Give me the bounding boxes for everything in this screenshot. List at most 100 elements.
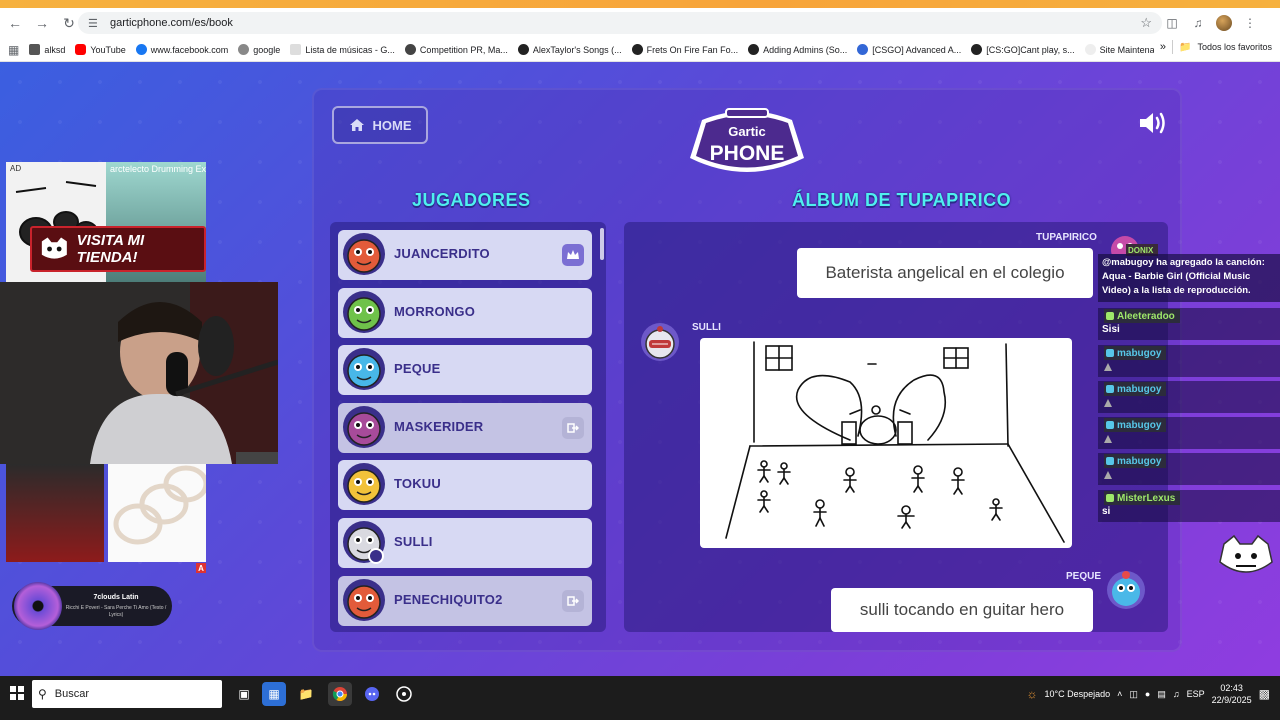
chat-username-text: mabugoy bbox=[1117, 347, 1162, 359]
file-explorer-icon[interactable]: 📁 bbox=[294, 682, 318, 706]
media-control-icon[interactable]: ♫ bbox=[1188, 13, 1208, 33]
bookmark-item[interactable]: [CSGO] Advanced A... bbox=[852, 40, 966, 60]
obs-app-icon[interactable] bbox=[392, 682, 416, 706]
player-name: MORRONGO bbox=[394, 304, 476, 319]
ad-banner-products[interactable] bbox=[6, 464, 209, 562]
search-icon: ⚲ bbox=[38, 687, 47, 701]
album-author-1: TUPAPIRICO bbox=[1036, 232, 1097, 243]
usb-icon[interactable]: ◫ bbox=[1129, 689, 1138, 700]
back-icon[interactable]: ← bbox=[3, 11, 27, 35]
menu-icon[interactable]: ⋮ bbox=[1240, 13, 1260, 33]
chat-username-text: MisterLexus bbox=[1117, 492, 1176, 504]
clock[interactable]: 02:43 22/9/2025 bbox=[1212, 682, 1252, 706]
bookmark-item[interactable]: Frets On Fire Fan Fo... bbox=[627, 40, 744, 60]
player-row[interactable]: MASKERIDER bbox=[338, 403, 592, 453]
bookmark-label: [CS:GO]Cant play, s... bbox=[986, 44, 1075, 55]
ad-title: arctelecto Drumming Experie bbox=[110, 164, 206, 174]
chat-username-text: mabugoy bbox=[1117, 419, 1162, 431]
chat-username[interactable]: MisterLexus bbox=[1104, 491, 1181, 505]
chat-text: Sisi bbox=[1102, 324, 1120, 335]
sound-icon[interactable] bbox=[1138, 110, 1168, 136]
bookmark-label: Adding Admins (So... bbox=[763, 44, 848, 55]
album-title: ÁLBUM DE TUPAPIRICO bbox=[792, 190, 1012, 210]
store-banner[interactable]: VISITA MI TIENDA! bbox=[30, 226, 206, 272]
bookmark-favicon-icon bbox=[75, 44, 87, 55]
discord-app-icon[interactable] bbox=[360, 682, 384, 706]
player-avatar bbox=[343, 463, 385, 505]
album-author-2: SULLI bbox=[692, 322, 721, 333]
ad-choices-badge[interactable]: A bbox=[196, 563, 206, 573]
bookmark-favicon-icon bbox=[857, 44, 869, 55]
notifications-icon[interactable]: ▩ bbox=[1259, 687, 1270, 701]
album-drawing bbox=[700, 338, 1072, 548]
player-row[interactable]: PEQUE bbox=[338, 345, 592, 395]
bookmark-item[interactable]: google bbox=[233, 40, 285, 60]
bookmark-favicon-icon bbox=[404, 44, 416, 55]
chevron-up-icon[interactable]: ˄ bbox=[1117, 689, 1122, 699]
lang-indicator[interactable]: ESP bbox=[1187, 689, 1205, 699]
disconnected-icon bbox=[562, 590, 584, 612]
bookmark-star-icon[interactable]: ☆ bbox=[1140, 15, 1152, 31]
bookmark-item[interactable]: www.facebook.com bbox=[131, 40, 234, 60]
streamer-mascot bbox=[1219, 534, 1273, 573]
emote-icon bbox=[1102, 397, 1114, 412]
url-text: garticphone.com/es/book bbox=[110, 17, 233, 29]
mascot-icon bbox=[41, 237, 67, 259]
chrome-app-icon[interactable] bbox=[328, 682, 352, 706]
all-bookmarks-link[interactable]: Todos los favoritos bbox=[1197, 42, 1272, 52]
forward-icon[interactable]: → bbox=[30, 11, 54, 35]
player-row[interactable]: PENECHIQUITO2 bbox=[338, 576, 592, 626]
site-info-icon[interactable]: ☰ bbox=[88, 17, 102, 30]
chat-username[interactable]: Aleeteradoo bbox=[1104, 309, 1180, 323]
apps-icon[interactable]: ▦ bbox=[0, 40, 24, 60]
windows-taskbar: ⚲ Buscar ▣ ▦ 📁 ☼ 10°C Despejado ˄ ◫ ● ▤ … bbox=[0, 676, 1280, 720]
bookmark-item[interactable]: Competition PR, Ma... bbox=[400, 40, 513, 60]
task-view-icon[interactable]: ▣ bbox=[232, 682, 256, 706]
disconnected-icon bbox=[562, 417, 584, 439]
player-row[interactable]: MORRONGO bbox=[338, 288, 592, 338]
player-row[interactable]: JUANCERDITO bbox=[338, 230, 592, 280]
mic-icon[interactable]: ● bbox=[1145, 689, 1150, 699]
taskbar-search[interactable]: ⚲ Buscar bbox=[32, 680, 222, 708]
calculator-app-icon[interactable]: ▦ bbox=[262, 682, 286, 706]
host-crown-icon bbox=[562, 244, 584, 266]
bookmark-favicon-icon bbox=[290, 44, 302, 55]
chat-badge-icon bbox=[1106, 457, 1114, 465]
chat-text: si bbox=[1102, 506, 1111, 517]
home-button[interactable]: HOME bbox=[332, 106, 428, 144]
player-row[interactable]: SULLI bbox=[338, 518, 592, 568]
player-name: MASKERIDER bbox=[394, 419, 484, 434]
bookmark-label: Frets On Fire Fan Fo... bbox=[646, 44, 739, 55]
bookmark-item[interactable]: Lista de músicas - G... bbox=[285, 40, 400, 60]
bookmark-item[interactable]: alksd bbox=[24, 40, 70, 60]
player-name: SULLI bbox=[394, 534, 433, 549]
chat-username[interactable]: mabugoy bbox=[1104, 382, 1167, 396]
chat-badge-icon bbox=[1106, 385, 1114, 393]
profile-avatar[interactable] bbox=[1214, 13, 1234, 33]
music-title: 7clouds Latin bbox=[93, 594, 139, 601]
chat-badge-icon bbox=[1106, 349, 1114, 357]
address-bar[interactable]: ☰ garticphone.com/es/book ☆ bbox=[78, 12, 1162, 34]
bookmark-item[interactable]: YouTube bbox=[70, 40, 130, 60]
volume-icon[interactable]: ♫ bbox=[1173, 689, 1180, 699]
more-bookmarks-icon[interactable]: » bbox=[1160, 41, 1166, 53]
player-row[interactable]: TOKUU bbox=[338, 460, 592, 510]
network-icon[interactable]: ▤ bbox=[1157, 689, 1166, 700]
bookmark-item[interactable]: Adding Admins (So... bbox=[743, 40, 852, 60]
bookmark-item[interactable]: [CS:GO]Cant play, s... bbox=[966, 40, 1079, 60]
chat-username[interactable]: mabugoy bbox=[1104, 418, 1167, 432]
album-text-3: sulli tocando en guitar hero bbox=[831, 588, 1093, 632]
chat-badge-icon bbox=[1106, 312, 1114, 320]
extensions-icon[interactable]: ◫ bbox=[1162, 13, 1182, 33]
players-scrollbar[interactable] bbox=[600, 228, 604, 260]
logo-line2: PHONE bbox=[710, 142, 785, 165]
logo-line1: Gartic bbox=[728, 124, 766, 139]
windows-start-icon[interactable] bbox=[10, 686, 24, 700]
chat-username[interactable]: mabugoy bbox=[1104, 346, 1167, 360]
bookmark-item[interactable]: AlexTaylor's Songs (... bbox=[513, 40, 627, 60]
chat-username[interactable]: mabugoy bbox=[1104, 454, 1167, 468]
weather-text[interactable]: 10°C Despejado bbox=[1044, 689, 1110, 699]
player-name: TOKUU bbox=[394, 476, 441, 491]
player-avatar bbox=[343, 348, 385, 390]
chat-username-text: mabugoy bbox=[1117, 383, 1162, 395]
